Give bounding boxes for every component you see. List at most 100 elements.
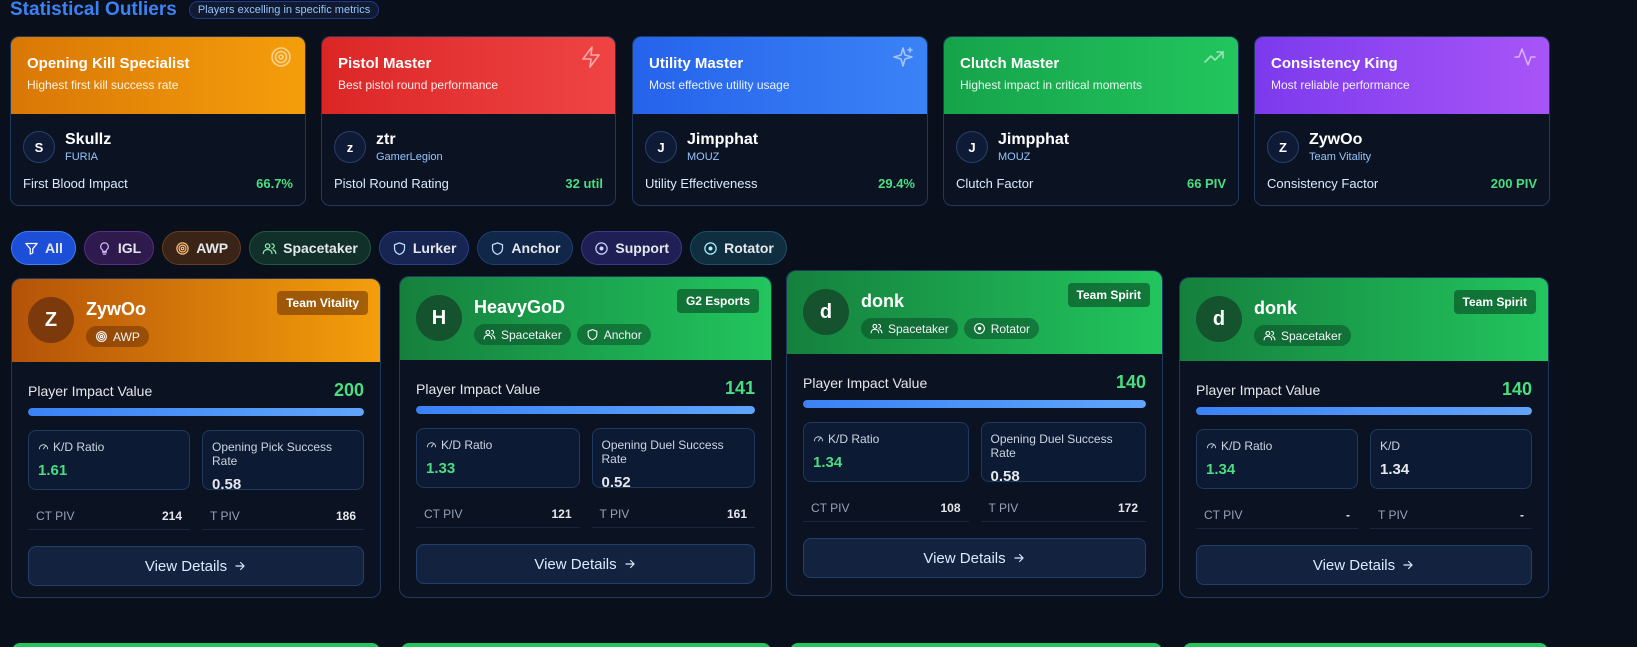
stat-label: Opening Pick Success Rate [212, 440, 333, 468]
piv-row: Player Impact Value 140 [803, 372, 1146, 393]
filter-chip-support[interactable]: Support [581, 231, 683, 265]
outlier-player: z ztr GamerLegion [322, 114, 615, 168]
trending-up-icon [1204, 51, 1224, 63]
metric-value: 66.7% [256, 176, 293, 191]
view-details-button[interactable]: View Details [416, 544, 755, 584]
outlier-card-header: Pistol Master Best pistol round performa… [322, 37, 615, 114]
player-team: FURIA [65, 151, 98, 163]
outlier-metric: Pistol Round Rating 32 util [322, 168, 615, 191]
piv-value: 140 [1501, 379, 1532, 399]
ct-piv: CT PIV 121 [416, 501, 580, 528]
outlier-card: Clutch Master Highest impact in critical… [943, 36, 1239, 206]
role-list: Spacetaker [1254, 325, 1351, 346]
ct-piv: CT PIV - [1196, 502, 1358, 529]
outlier-card-header: Consistency King Most reliable performan… [1255, 37, 1549, 114]
stat-boxes: K/D Ratio 1.61 Opening Pick Success Rate… [28, 430, 364, 493]
player-name: donk [861, 291, 904, 311]
view-details-button[interactable]: View Details [803, 538, 1146, 578]
ct-piv-label: CT PIV [36, 509, 75, 523]
view-details-button[interactable]: View Details [28, 546, 364, 586]
stat-boxes: K/D Ratio 1.34 K/D 1.34 [1196, 429, 1532, 489]
ct-piv-value: 214 [161, 509, 182, 523]
avatar: J [956, 131, 988, 163]
role-chip: Spacetaker [861, 318, 958, 339]
piv-progress-fill [1196, 407, 1532, 415]
player-card-header: H HeavyGoD Spacetaker Anchor G2 Esports [400, 277, 771, 360]
gauge-icon [38, 443, 49, 449]
outlier-title: Clutch Master [960, 55, 1060, 72]
t-piv: T PIV - [1370, 502, 1532, 529]
gauge-icon [426, 441, 437, 447]
filter-chip-all[interactable]: All [11, 231, 76, 265]
team-badge: Team Spirit [1453, 290, 1536, 314]
avatar: H [416, 295, 462, 341]
player-name: Jimpphat [687, 131, 759, 148]
piv-progress-fill [803, 400, 1146, 408]
piv-row: Player Impact Value 141 [416, 378, 755, 399]
avatar: d [803, 289, 849, 335]
stat-value: 0.52 [601, 474, 631, 491]
t-piv: T PIV 172 [980, 495, 1146, 522]
piv-value: 141 [724, 378, 755, 398]
filter-chip-rotator[interactable]: Rotator [690, 231, 787, 265]
role-label: Spacetaker [888, 321, 949, 336]
outlier-title: Pistol Master [338, 55, 432, 72]
shield-icon [492, 241, 504, 255]
t-piv: T PIV 186 [202, 503, 364, 530]
filter-chip-anchor[interactable]: Anchor [477, 231, 574, 265]
t-piv: T PIV 161 [591, 501, 755, 528]
filter-chip-label: Support [615, 240, 670, 256]
view-details-label: View Details [534, 555, 617, 573]
player-name: ztr [376, 131, 396, 148]
t-piv-value: - [1520, 508, 1524, 522]
section-header: Statistical Outliers Players excelling i… [10, 0, 380, 20]
player-card: Z ZywOo AWP Team Vitality Player Impact … [11, 278, 381, 598]
gauge-icon [813, 435, 824, 441]
arrow-right-icon [235, 561, 245, 571]
piv-progress-bar [803, 400, 1146, 408]
t-piv-label: T PIV [988, 501, 1019, 515]
player-team: MOUZ [998, 151, 1031, 163]
outlier-description: Most effective utility usage [649, 78, 790, 92]
sparkles-icon [893, 47, 913, 67]
filter-chip-label: Anchor [511, 240, 561, 256]
ct-piv: CT PIV 108 [803, 495, 969, 522]
view-details-label: View Details [1312, 556, 1396, 574]
filter-chip-spacetaker[interactable]: Spacetaker [249, 231, 371, 265]
stat-box-secondary: Opening Pick Success Rate 0.58 [202, 430, 364, 493]
piv-label: Player Impact Value [416, 380, 541, 397]
lightbulb-icon [100, 241, 109, 255]
filter-chip-igl[interactable]: IGL [83, 231, 155, 265]
role-label: Spacetaker [1281, 328, 1342, 343]
next-row-card-peek [401, 643, 771, 647]
filter-chip-lurker[interactable]: Lurker [378, 231, 470, 265]
arrow-right-icon [1403, 560, 1413, 570]
stat-label: K/D Ratio [53, 440, 105, 454]
t-piv-label: T PIV [599, 507, 630, 521]
piv-progress-fill [416, 406, 755, 414]
piv-progress-bar [28, 408, 364, 416]
piv-progress-bar [1196, 407, 1532, 415]
avatar: S [23, 131, 55, 163]
avatar: J [645, 131, 677, 163]
t-piv-label: T PIV [1378, 508, 1408, 522]
view-details-button[interactable]: View Details [1196, 545, 1532, 585]
role-list: Spacetaker Anchor [474, 324, 651, 345]
filter-chip-label: All [45, 240, 63, 256]
outlier-title: Utility Master [649, 55, 744, 72]
stat-box-kd: K/D Ratio 1.61 [28, 430, 190, 490]
stat-value: 1.34 [813, 454, 843, 471]
stat-value: 1.34 [1380, 461, 1410, 478]
metric-value: 200 PIV [1490, 176, 1537, 191]
player-card: d donk Spacetaker Team Spirit Player Imp… [1179, 277, 1549, 598]
shield-icon [393, 241, 405, 255]
filter-chip-label: Rotator [724, 240, 774, 256]
ct-piv-label: CT PIV [424, 507, 463, 521]
next-row-card-peek [12, 643, 380, 647]
next-row-card-peek [1183, 643, 1548, 647]
circle-dot-icon [595, 241, 609, 255]
filter-chip-awp[interactable]: AWP [162, 231, 242, 265]
stat-label: K/D Ratio [828, 432, 880, 446]
player-card-body: Player Impact Value 200 K/D Ratio 1.61 O… [12, 362, 380, 586]
stat-boxes: K/D Ratio 1.33 Opening Duel Success Rate… [416, 428, 755, 491]
